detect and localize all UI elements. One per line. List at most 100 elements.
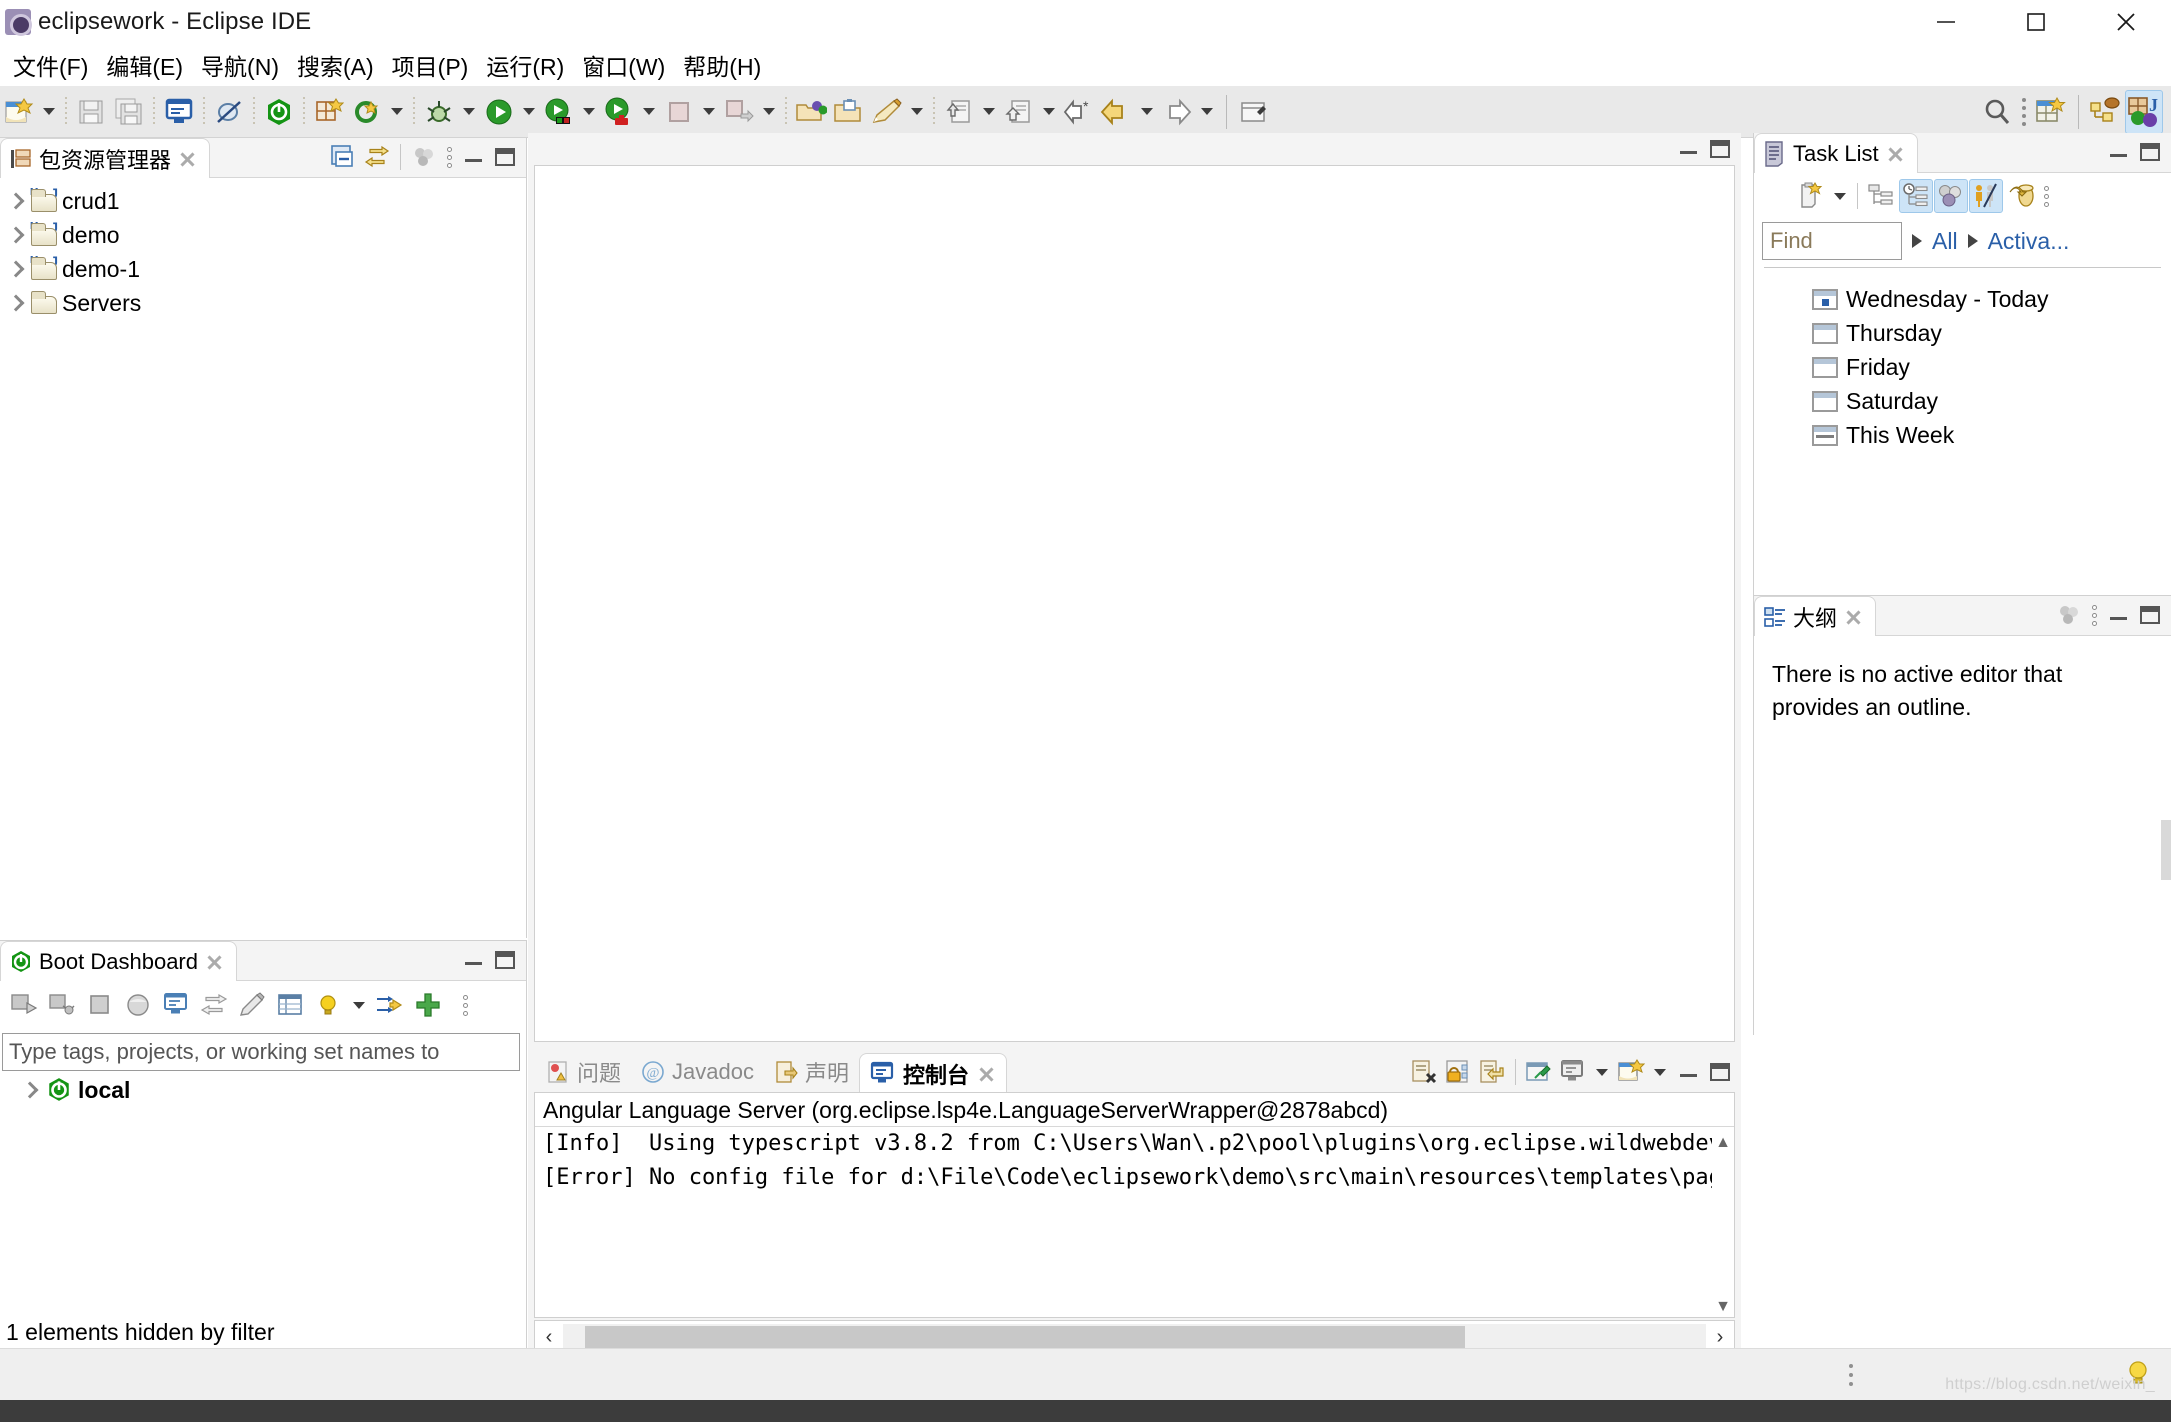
maximize-icon[interactable] (490, 142, 520, 172)
scrollbar-track[interactable] (563, 1324, 1706, 1350)
java-ee-perspective-icon[interactable]: J (2125, 89, 2163, 134)
tab-javadoc[interactable]: @ Javadoc (631, 1052, 764, 1092)
scroll-left-icon[interactable]: ‹ (535, 1326, 563, 1349)
filter-activate-link[interactable]: Activa... (1988, 228, 2070, 255)
new-wizard-dropdown[interactable] (38, 90, 60, 134)
console-vertical-scrollbar[interactable]: ▲ ▼ (1712, 1134, 1734, 1316)
new-task-icon[interactable] (1794, 179, 1828, 213)
tab-boot-dashboard[interactable]: Boot Dashboard (0, 941, 237, 981)
save-icon[interactable] (72, 90, 110, 134)
coverage-icon[interactable] (600, 90, 638, 134)
close-icon[interactable] (976, 1064, 996, 1084)
skip-breakpoints-icon[interactable] (210, 90, 248, 134)
view-menu-icon[interactable] (2087, 599, 2101, 631)
close-icon[interactable] (177, 149, 197, 169)
view-menu-icon[interactable] (458, 989, 472, 1021)
add-icon[interactable] (410, 987, 446, 1023)
resize-grip-icon[interactable] (1847, 1360, 1855, 1390)
find-input[interactable]: Find (1762, 222, 1902, 260)
show-console-on-output-icon[interactable] (1476, 1056, 1508, 1088)
editor-empty-canvas[interactable] (534, 165, 1735, 1042)
open-console-dropdown[interactable] (1649, 1050, 1671, 1094)
fast-view-tab[interactable] (2161, 820, 2171, 880)
back-dropdown[interactable] (1136, 90, 1158, 134)
marker-dropdown[interactable] (906, 90, 928, 134)
menu-run[interactable]: 运行(R) (477, 45, 573, 85)
minimize-icon[interactable] (458, 142, 488, 172)
scroll-right-icon[interactable]: › (1706, 1326, 1734, 1349)
view-menu-icon[interactable] (442, 141, 456, 173)
external-tools-dropdown[interactable] (578, 90, 600, 134)
properties-icon[interactable] (272, 987, 308, 1023)
filter-all-link[interactable]: All (1932, 228, 1958, 255)
task-list-item[interactable]: Thursday (1754, 316, 2171, 350)
search-icon[interactable] (1978, 90, 2016, 134)
task-list-item[interactable]: Wednesday - Today (1754, 282, 2171, 316)
terminate-icon[interactable] (660, 90, 698, 134)
close-icon[interactable] (204, 952, 224, 972)
coverage-dropdown[interactable] (638, 90, 660, 134)
debug-dropdown[interactable] (458, 90, 480, 134)
refresh-dropdown[interactable] (386, 90, 408, 134)
tab-problems[interactable]: 问题 (536, 1052, 631, 1092)
focus-icon[interactable] (2053, 599, 2085, 631)
back-icon[interactable] (1098, 90, 1136, 134)
menu-file[interactable]: 文件(F) (4, 45, 97, 85)
minimize-icon[interactable] (2103, 137, 2133, 167)
chevron-right-icon[interactable] (4, 292, 26, 314)
close-icon[interactable] (1885, 144, 1905, 164)
scheduled-icon[interactable] (1899, 179, 1933, 213)
last-edit-location-icon[interactable]: * (1060, 90, 1098, 134)
open-console-icon[interactable] (1615, 1056, 1647, 1088)
minimize-button[interactable] (1901, 0, 1991, 44)
scroll-up-icon[interactable]: ▲ (1715, 1134, 1731, 1152)
run-icon[interactable] (480, 90, 518, 134)
web-perspective-icon[interactable] (2087, 90, 2125, 134)
save-all-icon[interactable] (110, 90, 148, 134)
view-menu-icon[interactable] (2039, 180, 2053, 212)
open-console-icon[interactable] (158, 987, 194, 1023)
maximize-icon[interactable] (2135, 137, 2165, 167)
previous-annotation-icon[interactable] (940, 90, 978, 134)
new-spring-element-icon[interactable] (310, 90, 348, 134)
tab-package-explorer[interactable]: 包资源管理器 (0, 138, 211, 178)
display-console-dropdown[interactable] (1591, 1050, 1613, 1094)
display-selected-console-icon[interactable] (1557, 1056, 1589, 1088)
categorized-icon[interactable] (1864, 179, 1898, 213)
task-list-item[interactable]: This Week (1754, 418, 2171, 452)
marker-icon[interactable] (868, 90, 906, 134)
refresh-project-icon[interactable] (348, 90, 386, 134)
stop-icon[interactable] (82, 987, 118, 1023)
quick-access-icon[interactable] (2016, 92, 2032, 132)
edit-icon[interactable] (234, 987, 270, 1023)
filter-icon[interactable] (372, 987, 408, 1023)
terminate-relaunch-icon[interactable] (720, 90, 758, 134)
new-java-console-icon[interactable] (160, 90, 198, 134)
maximize-icon[interactable] (490, 945, 520, 975)
task-list-item[interactable]: Saturday (1754, 384, 2171, 418)
tab-outline[interactable]: 大纲 (1754, 596, 1877, 636)
next-annotation-icon[interactable] (1000, 90, 1038, 134)
menu-navigate[interactable]: 导航(N) (192, 45, 288, 85)
menu-search[interactable]: 搜索(A) (288, 45, 383, 85)
chevron-right-icon[interactable] (4, 258, 26, 280)
run-dropdown[interactable] (518, 90, 540, 134)
clear-console-icon[interactable] (1408, 1056, 1440, 1088)
new-wizard-icon[interactable] (0, 90, 38, 134)
lightbulb-icon[interactable] (310, 987, 346, 1023)
forward-icon[interactable] (1158, 90, 1196, 134)
task-list-item[interactable]: Friday (1754, 350, 2171, 384)
pin-console-icon[interactable] (1523, 1056, 1555, 1088)
open-type-icon[interactable] (792, 90, 830, 134)
open-perspective-icon[interactable] (2032, 90, 2070, 134)
synchronize-changed-icon[interactable] (2004, 179, 2038, 213)
lightbulb-dropdown[interactable] (348, 983, 370, 1027)
focus-icon[interactable] (408, 141, 440, 173)
tab-task-list[interactable]: Task List (1754, 133, 1918, 173)
chevron-right-icon[interactable] (18, 1079, 40, 1101)
chevron-right-icon[interactable] (4, 190, 26, 212)
run-external-tools-icon[interactable] (540, 90, 578, 134)
tree-item-demo-1[interactable]: MJ demo-1 (0, 252, 526, 286)
boot-dashboard-filter-input[interactable]: Type tags, projects, or working set name… (2, 1033, 520, 1071)
pin-editor-icon[interactable] (1235, 90, 1273, 134)
